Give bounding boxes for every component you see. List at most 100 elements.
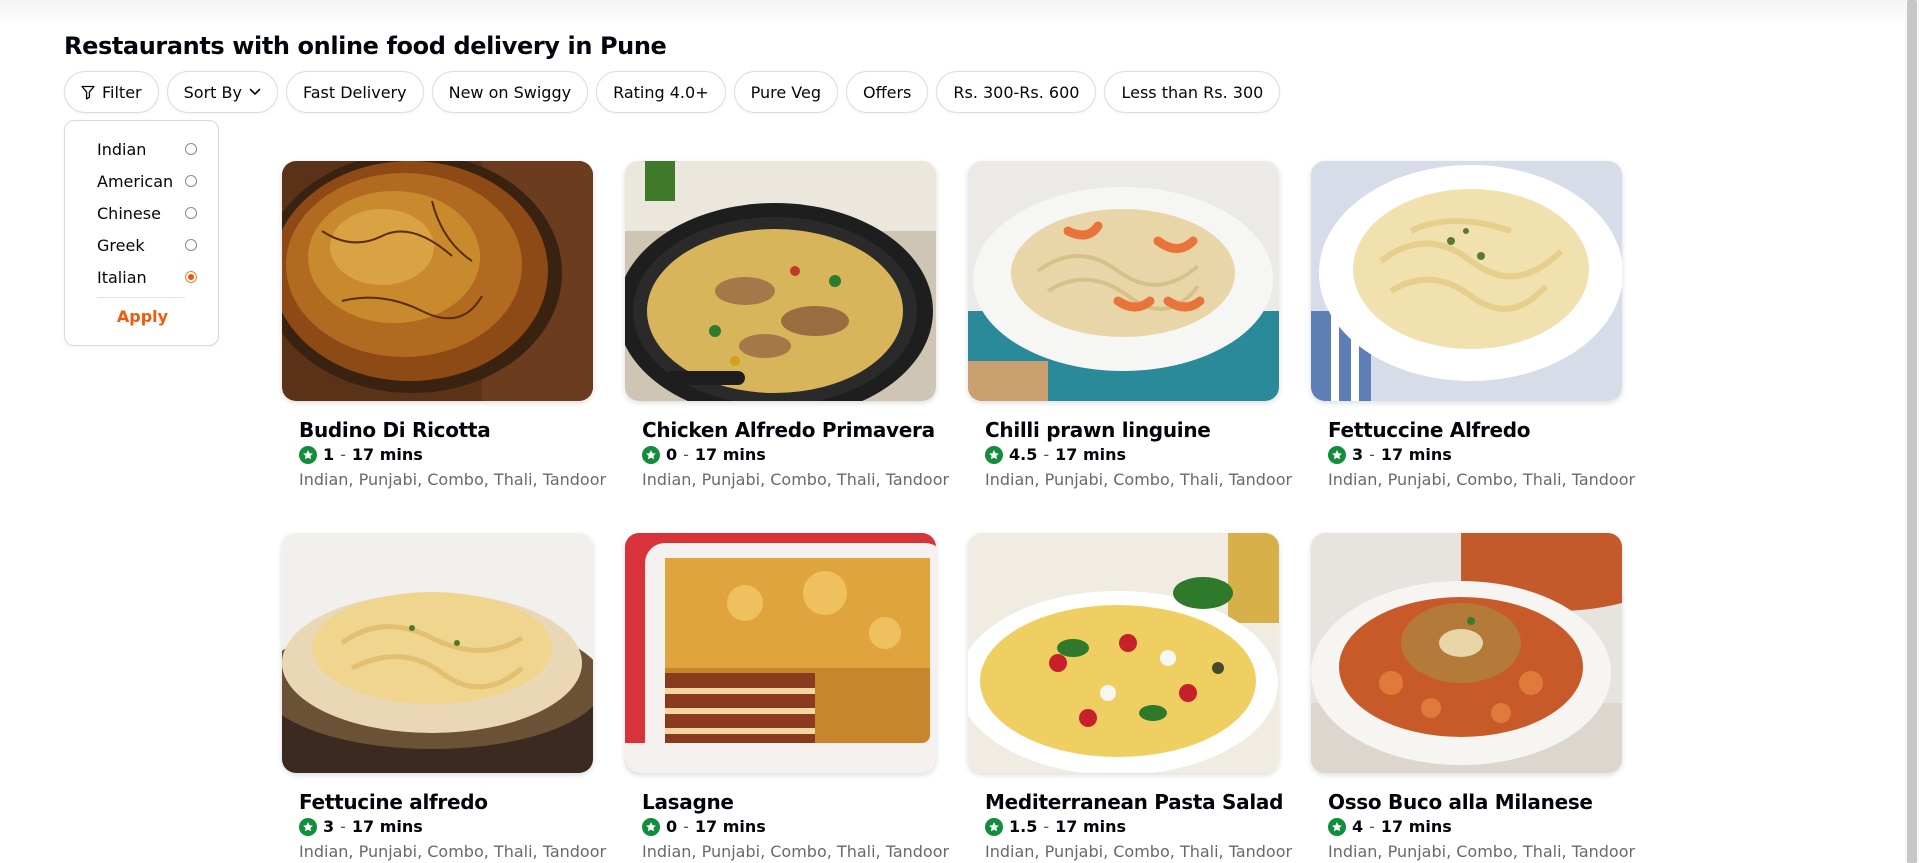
delivery-time: 17 mins bbox=[694, 445, 766, 464]
cuisine-label: Greek bbox=[97, 235, 145, 255]
cuisine-label: Indian bbox=[97, 139, 147, 159]
chicken-pasta-skillet-image bbox=[625, 161, 936, 401]
chip-price-300-600[interactable]: Rs. 300-Rs. 600 bbox=[936, 71, 1097, 113]
rating-value: 0 bbox=[666, 817, 678, 836]
fettucine-bowl-image bbox=[282, 533, 593, 773]
delivery-time: 17 mins bbox=[351, 817, 423, 836]
meta-separator: - bbox=[683, 445, 689, 464]
rating-value: 1.5 bbox=[1009, 817, 1038, 836]
restaurant-name: Chilli prawn linguine bbox=[985, 418, 1211, 442]
meta-separator: - bbox=[1369, 817, 1375, 836]
cuisine-list: Indian, Punjabi, Combo, Thali, Tandoor bbox=[1328, 470, 1636, 489]
scrollbar-thumb[interactable] bbox=[1907, 0, 1917, 863]
apply-button[interactable]: Apply bbox=[65, 307, 220, 326]
cuisine-label: Chinese bbox=[97, 203, 161, 223]
chip-pure-veg[interactable]: Pure Veg bbox=[733, 71, 838, 113]
meta-separator: - bbox=[1043, 445, 1050, 464]
delivery-time: 17 mins bbox=[1055, 445, 1127, 464]
scrollbar[interactable] bbox=[1905, 0, 1919, 863]
delivery-time: 17 mins bbox=[1380, 445, 1452, 464]
rating-row: 3 - 17 mins bbox=[1328, 445, 1452, 464]
panel-divider bbox=[97, 297, 185, 298]
rating-value: 4 bbox=[1352, 817, 1364, 836]
restaurant-name: Osso Buco alla Milanese bbox=[1328, 790, 1593, 814]
cuisine-list: Indian, Punjabi, Combo, Thali, Tandoor bbox=[299, 842, 607, 861]
star-icon bbox=[642, 445, 660, 464]
restaurant-card[interactable]: Lasagne 0 - 17 mins Indian, Punjabi, Com… bbox=[625, 533, 949, 863]
cuisine-label: Italian bbox=[97, 267, 147, 287]
cuisine-option-italian[interactable]: Italian bbox=[97, 265, 197, 289]
meta-separator: - bbox=[1369, 445, 1375, 464]
star-icon bbox=[299, 817, 317, 836]
meta-separator: - bbox=[1043, 817, 1050, 836]
cuisine-option-american[interactable]: American bbox=[97, 169, 197, 193]
rating-row: 4.5 - 17 mins bbox=[985, 445, 1126, 464]
cuisine-list: Indian, Punjabi, Combo, Thali, Tandoor bbox=[642, 842, 950, 861]
cuisine-list: Indian, Punjabi, Combo, Thali, Tandoor bbox=[642, 470, 950, 489]
radio-chinese[interactable] bbox=[185, 207, 197, 219]
cuisine-list: Indian, Punjabi, Combo, Thali, Tandoor bbox=[985, 470, 1293, 489]
radio-italian[interactable] bbox=[185, 271, 197, 283]
chip-rating-4-plus[interactable]: Rating 4.0+ bbox=[596, 71, 726, 113]
cuisine-option-chinese[interactable]: Chinese bbox=[97, 201, 197, 225]
restaurant-card[interactable]: Chicken Alfredo Primavera 0 - 17 mins In… bbox=[625, 161, 949, 533]
cuisine-filter-panel: Indian American Chinese Greek Italian Ap… bbox=[64, 120, 219, 346]
prawn-linguine-image bbox=[968, 161, 1279, 401]
rating-row: 0 - 17 mins bbox=[642, 817, 766, 836]
rating-value: 4.5 bbox=[1009, 445, 1038, 464]
filter-button[interactable]: Filter bbox=[64, 71, 159, 113]
star-icon bbox=[985, 817, 1003, 836]
restaurant-name: Lasagne bbox=[642, 790, 734, 814]
pasta-salad-image bbox=[968, 533, 1279, 773]
star-icon bbox=[985, 445, 1003, 464]
header-shadow bbox=[0, 0, 1905, 28]
star-icon bbox=[1328, 445, 1346, 464]
restaurant-name: Chicken Alfredo Primavera bbox=[642, 418, 935, 442]
radio-greek[interactable] bbox=[185, 239, 197, 251]
rating-row: 1 - 17 mins bbox=[299, 445, 423, 464]
restaurant-card[interactable]: Fettucine alfredo 3 - 17 mins Indian, Pu… bbox=[282, 533, 606, 863]
filter-icon bbox=[81, 85, 95, 100]
cuisine-list: Indian, Punjabi, Combo, Thali, Tandoor bbox=[1328, 842, 1636, 861]
star-icon bbox=[299, 445, 317, 464]
ricotta-cake-image bbox=[282, 161, 593, 401]
delivery-time: 17 mins bbox=[1055, 817, 1127, 836]
star-icon bbox=[642, 817, 660, 836]
restaurant-name: Mediterranean Pasta Salad bbox=[985, 790, 1284, 814]
chevron-down-icon bbox=[249, 88, 261, 96]
rating-row: 4 - 17 mins bbox=[1328, 817, 1452, 836]
chip-offers[interactable]: Offers bbox=[845, 71, 929, 113]
restaurant-card[interactable]: Budino Di Ricotta 1 - 17 mins Indian, Pu… bbox=[282, 161, 606, 533]
filter-bar: Filter Sort By Fast Delivery New on Swig… bbox=[64, 71, 1281, 113]
radio-indian[interactable] bbox=[185, 143, 197, 155]
radio-american[interactable] bbox=[185, 175, 197, 187]
rating-value: 3 bbox=[1352, 445, 1364, 464]
star-icon bbox=[1328, 817, 1346, 836]
lasagne-dish-image bbox=[625, 533, 936, 773]
meta-separator: - bbox=[683, 817, 689, 836]
chip-price-under-300[interactable]: Less than Rs. 300 bbox=[1104, 71, 1281, 113]
chip-fast-delivery[interactable]: Fast Delivery bbox=[285, 71, 424, 113]
restaurant-card[interactable]: Osso Buco alla Milanese 4 - 17 mins Indi… bbox=[1311, 533, 1635, 863]
restaurant-card[interactable]: Mediterranean Pasta Salad 1.5 - 17 mins … bbox=[968, 533, 1292, 863]
restaurant-name: Fettucine alfredo bbox=[299, 790, 488, 814]
sort-by-label: Sort By bbox=[183, 82, 242, 102]
cuisine-list: Indian, Punjabi, Combo, Thali, Tandoor bbox=[985, 842, 1293, 861]
restaurant-name: Fettuccine Alfredo bbox=[1328, 418, 1531, 442]
rating-value: 1 bbox=[323, 445, 335, 464]
sort-by-button[interactable]: Sort By bbox=[166, 71, 278, 113]
cuisine-option-greek[interactable]: Greek bbox=[97, 233, 197, 257]
osso-buco-image bbox=[1311, 533, 1622, 773]
restaurant-card[interactable]: Chilli prawn linguine 4.5 - 17 mins Indi… bbox=[968, 161, 1292, 533]
restaurant-name: Budino Di Ricotta bbox=[299, 418, 491, 442]
restaurant-grid: Budino Di Ricotta 1 - 17 mins Indian, Pu… bbox=[282, 161, 1635, 863]
rating-row: 0 - 17 mins bbox=[642, 445, 766, 464]
cuisine-option-indian[interactable]: Indian bbox=[97, 137, 197, 161]
delivery-time: 17 mins bbox=[1380, 817, 1452, 836]
delivery-time: 17 mins bbox=[694, 817, 766, 836]
page-title: Restaurants with online food delivery in… bbox=[64, 32, 667, 60]
rating-row: 3 - 17 mins bbox=[299, 817, 423, 836]
restaurant-card[interactable]: Fettuccine Alfredo 3 - 17 mins Indian, P… bbox=[1311, 161, 1635, 533]
meta-separator: - bbox=[340, 817, 346, 836]
chip-new-on-swiggy[interactable]: New on Swiggy bbox=[431, 71, 589, 113]
